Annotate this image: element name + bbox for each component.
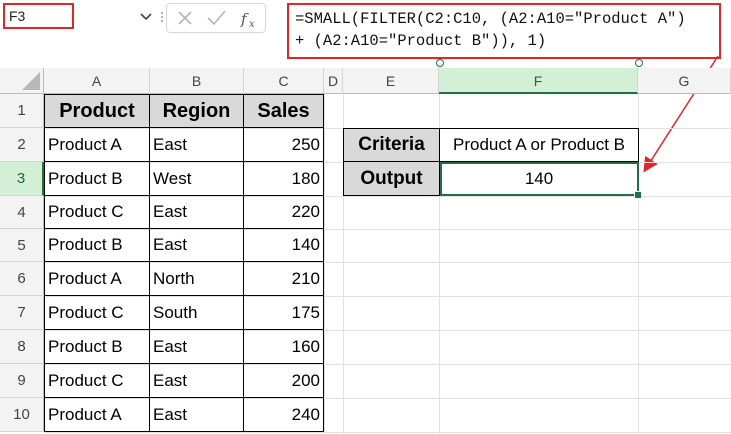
cell-b9[interactable]: East: [150, 364, 244, 398]
column-header-e[interactable]: E: [343, 68, 439, 94]
column-header-c[interactable]: C: [244, 68, 324, 94]
column-resize-handle-left[interactable]: [436, 59, 444, 67]
row-header-7[interactable]: 7: [0, 296, 44, 330]
fill-handle[interactable]: [634, 191, 642, 199]
cell-a3[interactable]: Product B: [45, 162, 150, 196]
row-header-1[interactable]: 1: [0, 94, 44, 128]
data-table: Product Region Sales Product A East 250 …: [44, 94, 324, 432]
criteria-table: Criteria Product A or Product B Output 1…: [343, 128, 639, 196]
cell-c10[interactable]: 240: [244, 398, 324, 432]
cell-a6[interactable]: Product A: [45, 262, 150, 296]
cell-b4[interactable]: East: [150, 196, 244, 229]
cell-a4[interactable]: Product C: [45, 196, 150, 229]
corner-triangle-icon: [22, 72, 40, 90]
cell-c8[interactable]: 160: [244, 330, 324, 364]
output-value-cell-f3[interactable]: 140: [440, 162, 639, 196]
cell-b8[interactable]: East: [150, 330, 244, 364]
cell-b10[interactable]: East: [150, 398, 244, 432]
column-resize-handle-right[interactable]: [635, 59, 643, 67]
column-header-d[interactable]: D: [324, 68, 343, 94]
column-header-b[interactable]: B: [150, 68, 244, 94]
select-all-corner[interactable]: [0, 68, 44, 94]
row-header-10[interactable]: 10: [0, 398, 44, 432]
cell-b7[interactable]: South: [150, 296, 244, 330]
cell-b6[interactable]: North: [150, 262, 244, 296]
row-header-5[interactable]: 5: [0, 229, 44, 262]
column-header-g[interactable]: G: [638, 68, 731, 94]
row-header-9[interactable]: 9: [0, 364, 44, 398]
cell-c4[interactable]: 220: [244, 196, 324, 229]
criteria-value[interactable]: Product A or Product B: [440, 129, 639, 162]
output-label[interactable]: Output: [344, 162, 440, 196]
cell-a7[interactable]: Product C: [45, 296, 150, 330]
cell-a9[interactable]: Product C: [45, 364, 150, 398]
cell-c2[interactable]: 250: [244, 128, 324, 162]
cell-a2[interactable]: Product A: [45, 128, 150, 162]
cell-b3[interactable]: West: [150, 162, 244, 196]
row-header-6[interactable]: 6: [0, 262, 44, 296]
criteria-label[interactable]: Criteria: [344, 129, 440, 162]
cell-a10[interactable]: Product A: [45, 398, 150, 432]
header-product[interactable]: Product: [45, 95, 150, 128]
header-region[interactable]: Region: [150, 95, 244, 128]
row-header-8[interactable]: 8: [0, 330, 44, 364]
row-header-2[interactable]: 2: [0, 128, 44, 162]
cell-c6[interactable]: 210: [244, 262, 324, 296]
row-header-4[interactable]: 4: [0, 196, 44, 229]
header-sales[interactable]: Sales: [244, 95, 324, 128]
column-header-a[interactable]: A: [44, 68, 150, 94]
cell-c9[interactable]: 200: [244, 364, 324, 398]
cell-a8[interactable]: Product B: [45, 330, 150, 364]
cell-c5[interactable]: 140: [244, 229, 324, 262]
cell-c3[interactable]: 180: [244, 162, 324, 196]
cell-b5[interactable]: East: [150, 229, 244, 262]
cell-c7[interactable]: 175: [244, 296, 324, 330]
cell-a5[interactable]: Product B: [45, 229, 150, 262]
cell-b2[interactable]: East: [150, 128, 244, 162]
column-header-f[interactable]: F: [439, 68, 638, 94]
row-header-3[interactable]: 3: [0, 162, 44, 196]
